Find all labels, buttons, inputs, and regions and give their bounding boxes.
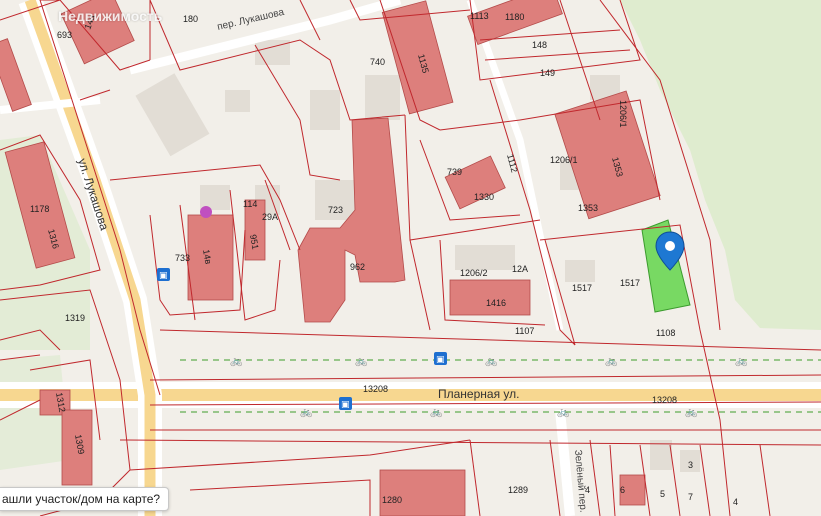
parcel-label: 693 [57, 30, 72, 40]
cadastral-map[interactable]: 🚲 🚲 🚲 🚲 🚲 🚲 🚲 🚲 🚲 ▣ ▣ ▣ ул. Лукашова пер… [0, 0, 821, 516]
parcel-label: 3 [688, 460, 693, 470]
svg-text:🚲: 🚲 [355, 356, 367, 367]
bus-stop-icon-2[interactable]: ▣ [434, 352, 447, 365]
parcel-label: 29А [262, 212, 278, 222]
svg-text:🚲: 🚲 [485, 356, 497, 367]
parcel-label: 1330 [474, 192, 494, 202]
parcel-label: 733 [175, 253, 190, 263]
svg-text:🚲: 🚲 [735, 356, 747, 367]
parcel-label: 962 [350, 262, 365, 272]
parcel-label: 12А [512, 264, 528, 274]
parcel-label: 1289 [508, 485, 528, 495]
parcel-label: 1517 [572, 283, 592, 293]
parcel-label: 1107 [515, 326, 534, 336]
street-label-planernaya: Планерная ул. [438, 387, 519, 401]
parcel-label: 1206/1 [618, 100, 628, 128]
parcel-label: 1178 [30, 204, 49, 214]
parcel-label: 1353 [578, 203, 598, 213]
parcel-label: 1113 [470, 11, 489, 21]
svg-text:🚲: 🚲 [605, 356, 617, 367]
parcel-label: 4 [585, 485, 590, 495]
svg-text:🚲: 🚲 [300, 407, 312, 418]
parcel-label: 1206/1 [550, 155, 578, 165]
parcel-label: 1206/2 [460, 268, 488, 278]
parcel-label: 149 [540, 68, 555, 78]
bus-stop-icon[interactable]: ▣ [157, 268, 170, 281]
parcel-label: 1517 [620, 278, 640, 288]
found-plot-prompt-button[interactable]: ашли участок/дом на карте? [0, 487, 170, 511]
parcel-label: 7 [688, 492, 693, 502]
svg-text:🚲: 🚲 [685, 407, 697, 418]
svg-text:🚲: 🚲 [230, 356, 242, 367]
parcel-label: 180 [183, 14, 198, 24]
parcel-label: 13208 [363, 384, 388, 394]
parcel-label: 1319 [65, 313, 85, 323]
parcel-label: 740 [370, 57, 385, 67]
parcel-label: 739 [447, 167, 462, 177]
svg-text:▣: ▣ [436, 355, 445, 365]
parcel-label: 723 [328, 205, 343, 215]
parcel-label: 1180 [505, 12, 524, 22]
svg-text:🚲: 🚲 [557, 407, 569, 418]
brand-watermark: Недвижимость [58, 8, 163, 24]
svg-text:🚲: 🚲 [430, 407, 442, 418]
svg-text:▣: ▣ [159, 271, 168, 281]
parcel-label: 1108 [656, 328, 675, 338]
parcel-label: 1280 [382, 495, 402, 505]
svg-text:▣: ▣ [341, 400, 350, 410]
parcel-label: 5 [660, 489, 665, 499]
poi-pin-icon[interactable] [200, 206, 212, 218]
parcel-label: 6 [620, 485, 625, 495]
parcel-label: 4 [733, 497, 738, 507]
parcel-label: 114 [243, 199, 257, 209]
parcel-label: 1416 [486, 298, 506, 308]
parcel-label: 148 [532, 40, 547, 50]
bus-stop-icon-3[interactable]: ▣ [339, 397, 352, 410]
parcel-label: 13208 [652, 395, 677, 405]
